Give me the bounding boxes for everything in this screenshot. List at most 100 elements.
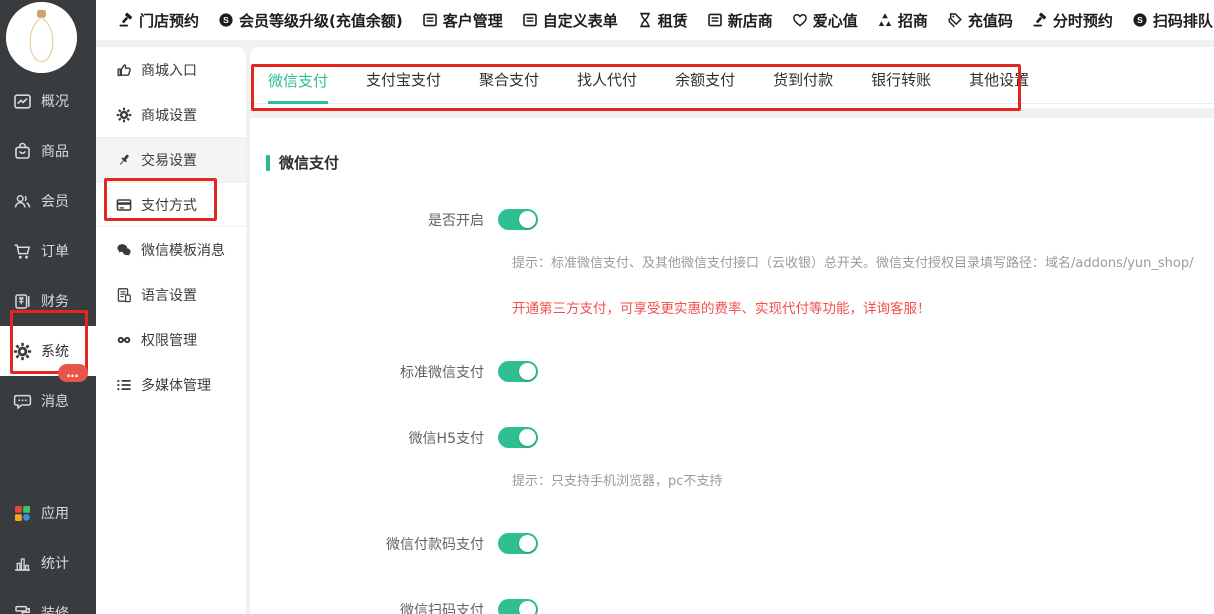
tab-bank-transfer[interactable]: 银行转账	[871, 69, 931, 103]
members-icon	[13, 192, 32, 211]
tab-other-settings[interactable]: 其他设置	[969, 69, 1029, 103]
list-icon	[116, 377, 132, 393]
skype-icon	[218, 12, 234, 28]
wechat-pay-settings-panel: 微信支付 是否开启 提示：标准微信支付、及其他微信支付接口（云收银）总开关。微信…	[250, 118, 1214, 614]
tab-balance-pay[interactable]: 余额支付	[675, 69, 735, 103]
stats-icon	[13, 554, 32, 573]
form-icon	[707, 12, 723, 28]
standard-wechat-toggle[interactable]	[498, 361, 538, 382]
topnav-label: 充值码	[968, 10, 1013, 31]
page-body: 商城入口 商城设置 交易设置 支付方式 微信模板消息 语言设置 权限管理 多媒体…	[96, 40, 1214, 614]
form-icon	[422, 12, 438, 28]
skype-icon	[1132, 12, 1148, 28]
sidebar-item-overview[interactable]: 概况	[0, 76, 96, 126]
subnav-label: 微信模板消息	[141, 240, 225, 260]
primary-sidebar: 概况 商品 会员 订单 财务 系统 消息 应用 统计 装修 …	[0, 0, 96, 614]
orders-cart-icon	[13, 242, 32, 261]
gear-icon	[116, 107, 132, 123]
sidebar-item-decorate[interactable]: 装修	[0, 588, 96, 614]
topnav-item-rental[interactable]: 租赁	[637, 10, 688, 31]
topnav-item-customer-mgmt[interactable]: 客户管理	[422, 10, 503, 31]
topnav-item-time-booking[interactable]: 分时预约	[1032, 10, 1113, 31]
tab-aggregate-pay[interactable]: 聚合支付	[479, 69, 539, 103]
tags-icon	[947, 12, 963, 28]
topnav-label: 会员等级升级(充值余额)	[239, 10, 403, 31]
sidebar-item-finance[interactable]: 财务	[0, 276, 96, 326]
subnav-item-mall-settings[interactable]: 商城设置	[96, 92, 246, 137]
subnav-item-trade-settings[interactable]: 交易设置	[96, 137, 246, 182]
sidebar-item-label: 装修	[41, 603, 69, 614]
subnav-label: 商城设置	[141, 105, 197, 125]
topnav-item-custom-form[interactable]: 自定义表单	[522, 10, 618, 31]
third-party-warning-text: 开通第三方支付，可享受更实惠的费率、实现代付等功能，详询客服！	[512, 297, 1214, 317]
logo-area	[0, 0, 96, 76]
section-accent-bar	[266, 155, 270, 171]
wechat-icon	[116, 242, 132, 258]
subnav-item-mall-entry[interactable]: 商城入口	[96, 47, 246, 92]
sidebar-item-label: 应用	[41, 503, 69, 523]
store-logo[interactable]	[6, 2, 77, 73]
topnav-item-scan-queue[interactable]: 扫码排队	[1132, 10, 1213, 31]
form-row-standard-wechat: 标准微信支付	[250, 361, 1214, 382]
enable-toggle[interactable]	[498, 209, 538, 230]
topnav-item-member-upgrade[interactable]: 会员等级升级(充值余额)	[218, 10, 403, 31]
section-title: 微信支付	[266, 152, 1214, 173]
sidebar-item-members[interactable]: 会员	[0, 176, 96, 226]
micropay-toggle[interactable]	[498, 533, 538, 554]
goods-bag-icon	[13, 142, 32, 161]
topnav-label: 爱心值	[813, 10, 858, 31]
topnav-label: 分时预约	[1053, 10, 1113, 31]
subnav-item-multimedia[interactable]: 多媒体管理	[96, 362, 246, 407]
topnav-label: 新店商	[728, 10, 773, 31]
subnav-label: 多媒体管理	[141, 375, 211, 395]
recycle-icon	[877, 12, 893, 28]
topnav-item-love-value[interactable]: 爱心值	[792, 10, 858, 31]
subnav-item-permissions[interactable]: 权限管理	[96, 317, 246, 362]
heart-icon	[792, 12, 808, 28]
sidebar-item-goods[interactable]: 商品	[0, 126, 96, 176]
sidebar-item-label: 订单	[41, 241, 69, 261]
scan-pay-toggle[interactable]	[498, 599, 538, 614]
top-plugin-nav: 门店预约 会员等级升级(充值余额) 客户管理 自定义表单 租赁 新店商 爱心值 …	[96, 0, 1214, 40]
h5-pay-toggle[interactable]	[498, 427, 538, 448]
mask-icon	[116, 332, 132, 348]
system-subnav: 商城入口 商城设置 交易设置 支付方式 微信模板消息 语言设置 权限管理 多媒体…	[96, 47, 246, 614]
subnav-label: 语言设置	[141, 285, 197, 305]
subnav-item-payment-methods[interactable]: 支付方式	[96, 182, 246, 227]
topnav-item-recharge-code[interactable]: 充值码	[947, 10, 1013, 31]
apps-icon	[13, 504, 32, 523]
sidebar-item-label: 系统	[41, 341, 69, 361]
tab-proxy-pay[interactable]: 找人代付	[577, 69, 637, 103]
sidebar-item-orders[interactable]: 订单	[0, 226, 96, 276]
sidebar-item-label: 概况	[41, 91, 69, 111]
form-row-scan-pay: 微信扫码支付	[250, 599, 1214, 614]
admin-app: 概况 商品 会员 订单 财务 系统 消息 应用 统计 装修 … 门店预约 会员等…	[0, 0, 1214, 614]
topnav-item-investment[interactable]: 招商	[877, 10, 928, 31]
finance-icon	[13, 292, 32, 311]
ellipsis-badge[interactable]: …	[58, 364, 88, 382]
topnav-label: 招商	[898, 10, 928, 31]
topnav-label: 门店预约	[139, 10, 199, 31]
subnav-item-language[interactable]: 语言设置	[96, 272, 246, 317]
form-row-enable: 是否开启	[250, 209, 1214, 230]
sidebar-item-label: 统计	[41, 553, 69, 573]
gavel-icon	[118, 12, 134, 28]
topnav-item-store-booking[interactable]: 门店预约	[118, 10, 199, 31]
thumbs-up-icon	[116, 62, 132, 78]
main-column: 门店预约 会员等级升级(充值余额) 客户管理 自定义表单 租赁 新店商 爱心值 …	[96, 0, 1214, 614]
tab-wechat-pay[interactable]: 微信支付	[268, 70, 328, 104]
credit-card-icon	[116, 197, 132, 213]
sidebar-item-label: 会员	[41, 191, 69, 211]
sidebar-item-messages[interactable]: 消息	[0, 376, 96, 426]
pushpin-icon	[116, 152, 132, 168]
topnav-label: 租赁	[658, 10, 688, 31]
subnav-label: 权限管理	[141, 330, 197, 350]
sidebar-item-apps[interactable]: 应用	[0, 488, 96, 538]
tab-cod[interactable]: 货到付款	[773, 69, 833, 103]
tab-alipay[interactable]: 支付宝支付	[366, 69, 441, 103]
gear-icon	[13, 342, 32, 361]
sidebar-item-stats[interactable]: 统计	[0, 538, 96, 588]
topnav-item-new-shop[interactable]: 新店商	[707, 10, 773, 31]
subnav-item-wechat-template[interactable]: 微信模板消息	[96, 227, 246, 272]
overview-icon	[13, 92, 32, 111]
